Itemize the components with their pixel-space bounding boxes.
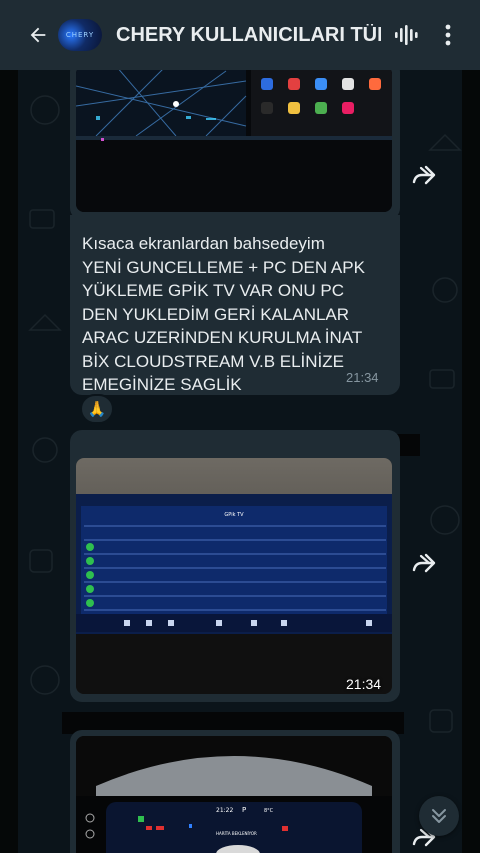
cluster-time: 21:22 (216, 807, 233, 814)
group-avatar[interactable]: CHERY (58, 19, 102, 51)
car-screen-image-1[interactable] (76, 70, 392, 212)
avatar-logo-text: CHERY (65, 31, 95, 39)
message-time: 21:34 (346, 370, 379, 385)
scroll-to-bottom-button[interactable] (419, 796, 459, 836)
forward-button[interactable] (409, 160, 439, 190)
car-screen-image-2[interactable]: GPik TV (76, 458, 392, 694)
gpik-tv-photo: GPik TV (76, 458, 392, 694)
message-text: Kısaca ekranlardan bahsedeyim YENİ GUNCE… (82, 234, 365, 394)
arrow-left-icon (30, 27, 46, 43)
back-button[interactable] (22, 19, 54, 51)
forward-button[interactable] (409, 548, 439, 578)
kebab-menu-icon (445, 24, 451, 46)
forward-arrow-icon (412, 553, 436, 573)
car-screen-photo (76, 70, 392, 212)
double-chevron-down-icon (432, 809, 446, 823)
instrument-cluster-photo: 21:22 P 8°C HARİTA BEKLENİYOR (76, 736, 392, 853)
audio-wave-icon (395, 25, 418, 45)
cluster-temperature: 8°C (264, 808, 274, 814)
more-options-button[interactable] (433, 15, 463, 55)
car-screen-image-3[interactable]: 21:22 P 8°C HARİTA BEKLENİYOR (76, 736, 392, 853)
message-reaction[interactable]: 🙏 (80, 394, 114, 424)
voice-chat-button[interactable] (391, 15, 421, 55)
chat-header: CHERY CHERY KULLANICILARI TÜR... (0, 0, 480, 70)
chat-title[interactable]: CHERY KULLANICILARI TÜR... (116, 24, 381, 47)
image-time: 21:34 (346, 676, 382, 692)
screen-edge-left (0, 0, 18, 853)
cluster-gear: P (242, 806, 246, 814)
cluster-message: HARİTA BEKLENİYOR (216, 831, 257, 836)
praying-hands-emoji: 🙏 (87, 401, 107, 418)
screen-edge-right (462, 0, 480, 853)
screen-title: GPik TV (224, 512, 244, 518)
forward-arrow-icon (412, 165, 436, 185)
message-list[interactable]: Kısaca ekranlardan bahsedeyim YENİ GUNCE… (0, 70, 480, 853)
